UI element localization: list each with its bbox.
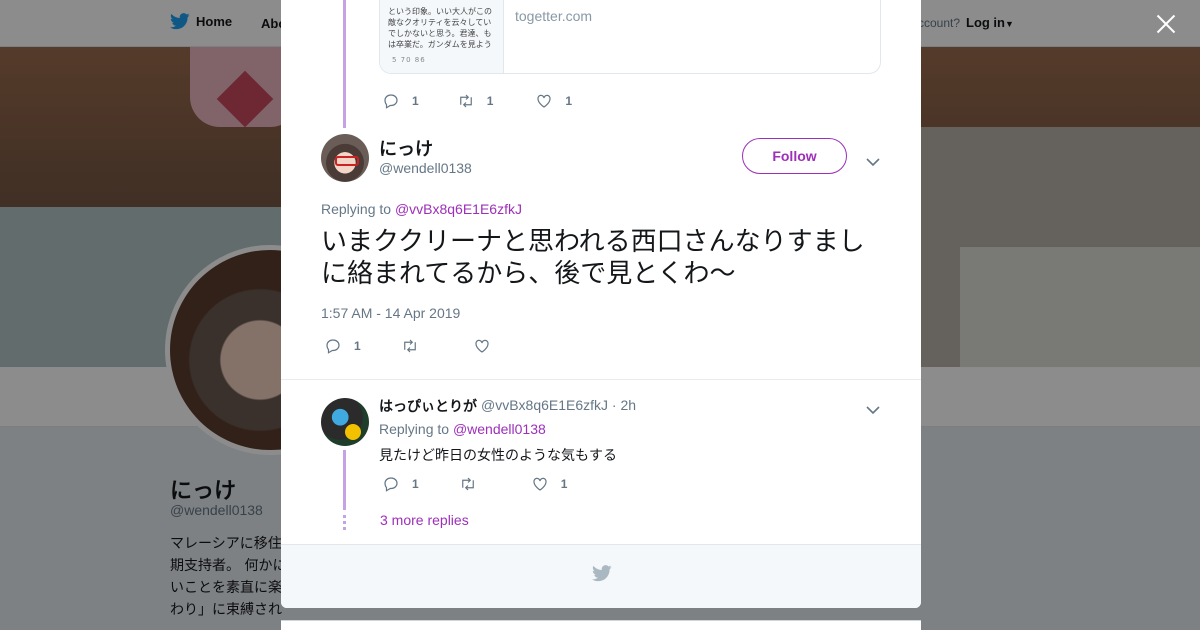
more-replies-link[interactable]: 3 more replies bbox=[380, 512, 469, 528]
reply-count: 1 bbox=[354, 339, 361, 353]
retweet-button[interactable] bbox=[459, 475, 489, 493]
thread-line bbox=[343, 450, 346, 510]
reply-menu-button[interactable] bbox=[866, 400, 880, 415]
avatar[interactable] bbox=[321, 134, 369, 182]
like-icon bbox=[475, 339, 489, 353]
thread-line bbox=[343, 0, 346, 128]
tweet-author-name[interactable]: にっけ bbox=[379, 135, 433, 161]
replying-to-label: Replying to bbox=[379, 421, 450, 437]
like-button[interactable] bbox=[473, 337, 503, 355]
close-icon[interactable] bbox=[1154, 12, 1178, 36]
thread-dots bbox=[343, 515, 346, 531]
replying-to: Replying to @wendell0138 bbox=[379, 421, 546, 437]
link-card[interactable]: という印象。いい大人がこの 敵なクオリティを云々してい でしかないと思う。君達、… bbox=[379, 0, 881, 74]
replying-to-link[interactable]: @wendell0138 bbox=[453, 421, 546, 437]
reply-text: 見たけど昨日の女性のような気もする bbox=[379, 448, 617, 464]
like-button[interactable]: 1 bbox=[531, 475, 568, 493]
chevron-down-icon bbox=[866, 406, 880, 415]
divider bbox=[281, 379, 921, 380]
modal-footer bbox=[281, 544, 921, 608]
retweet-icon bbox=[403, 339, 416, 353]
reply-count: 1 bbox=[412, 477, 419, 491]
tweet-timestamp[interactable]: 1:57 AM - 14 Apr 2019 bbox=[321, 305, 460, 321]
retweet-count: 1 bbox=[486, 94, 494, 108]
retweet-button[interactable]: 1 bbox=[457, 92, 494, 110]
card-thumbnail-stats: 5 70 86 bbox=[392, 56, 426, 64]
reply-icon bbox=[326, 339, 340, 354]
reply-author-meta[interactable]: @vvBx8q6E1E6zfkJ · 2h bbox=[481, 397, 636, 413]
replying-to: Replying to @vvBx8q6E1E6zfkJ bbox=[321, 201, 522, 217]
tweet-author-handle[interactable]: @wendell0138 bbox=[379, 160, 472, 176]
next-modal-edge bbox=[281, 620, 921, 630]
avatar[interactable] bbox=[321, 398, 369, 446]
reply-button[interactable]: 1 bbox=[382, 475, 419, 493]
reply-icon bbox=[384, 477, 398, 492]
card-domain: togetter.com bbox=[515, 8, 593, 24]
follow-button[interactable]: Follow bbox=[742, 138, 847, 174]
twitter-bird-icon bbox=[592, 565, 612, 582]
reply-count: 1 bbox=[412, 94, 419, 108]
reply-author-name[interactable]: はっぴぃとりが bbox=[379, 396, 477, 416]
like-count: 1 bbox=[565, 94, 573, 108]
like-icon bbox=[533, 477, 547, 491]
tweet-actions: 1 bbox=[324, 337, 503, 355]
tweet-text: いまククリーナと思われる西口さんなりすましに絡まれてるから、後で見とくわ〜 bbox=[321, 227, 865, 289]
like-count: 1 bbox=[560, 477, 568, 491]
prev-tweet-actions: 1 1 1 bbox=[382, 92, 572, 110]
chevron-down-icon bbox=[866, 158, 880, 167]
retweet-button[interactable] bbox=[401, 337, 431, 355]
tweet-menu-button[interactable] bbox=[866, 152, 880, 167]
reply-button[interactable]: 1 bbox=[324, 337, 361, 355]
reply-icon bbox=[384, 94, 398, 109]
reply-button[interactable]: 1 bbox=[382, 92, 419, 110]
retweet-icon bbox=[459, 94, 472, 108]
reply-actions: 1 1 bbox=[382, 475, 567, 493]
like-icon bbox=[537, 94, 551, 108]
retweet-icon bbox=[461, 477, 474, 491]
replying-to-label: Replying to bbox=[321, 201, 392, 217]
replying-to-link[interactable]: @vvBx8q6E1E6zfkJ bbox=[395, 201, 522, 217]
like-button[interactable]: 1 bbox=[535, 92, 572, 110]
tweet-modal: という印象。いい大人がこの 敵なクオリティを云々してい でしかないと思う。君達、… bbox=[281, 0, 921, 608]
